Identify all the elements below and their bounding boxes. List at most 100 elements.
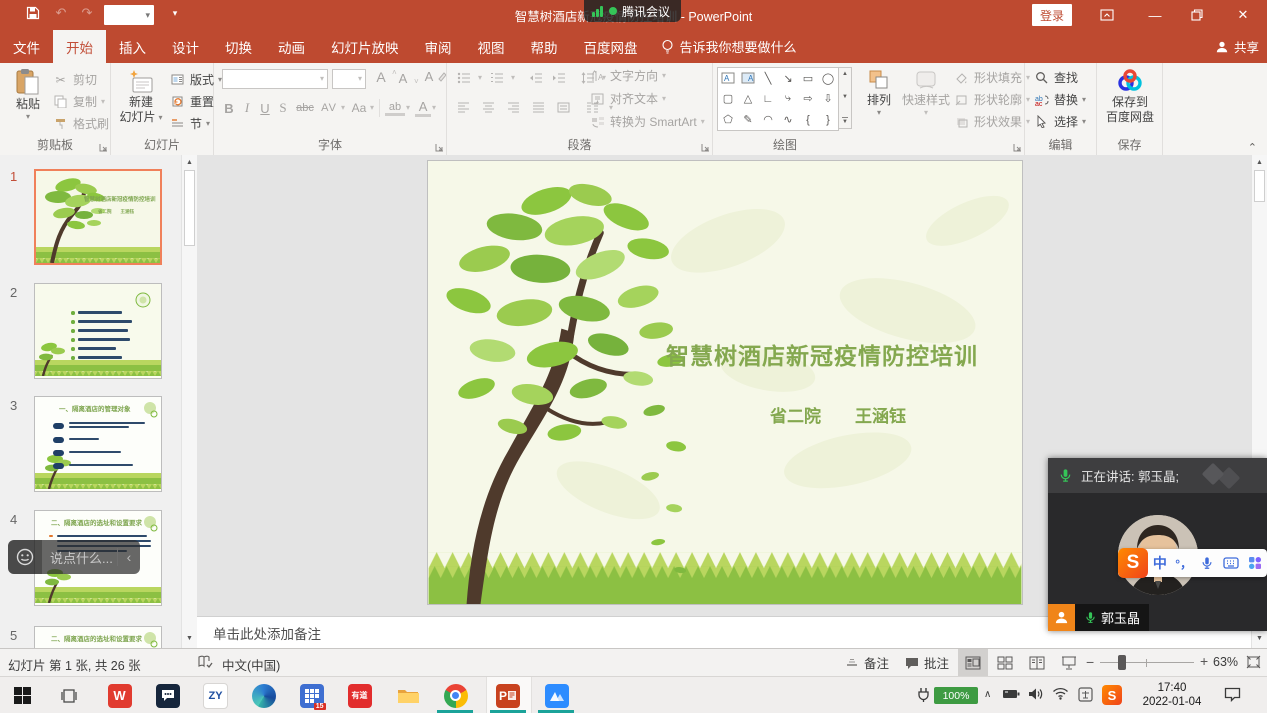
clear-formatting-button[interactable]: A (420, 69, 446, 84)
shape-effects-button[interactable]: 形状效果▾ (953, 113, 1030, 130)
clipboard-dialog-launcher-icon[interactable] (99, 143, 108, 152)
scribble-shape-icon[interactable]: ✎ (739, 110, 758, 129)
powerpoint-icon[interactable]: P (495, 683, 520, 708)
bold-button[interactable]: B (220, 101, 238, 116)
font-dialog-launcher-icon[interactable] (435, 143, 444, 152)
oval-shape-icon[interactable]: ◯ (819, 69, 838, 88)
select-button[interactable]: 选择▾ (1033, 113, 1086, 130)
line-shape-icon[interactable]: ╲ (759, 69, 778, 88)
right-brace-shape-icon[interactable]: } (819, 110, 838, 129)
qat-combobox[interactable]: ▾ (104, 5, 154, 25)
ime-keyboard-icon[interactable] (1219, 557, 1243, 569)
find-button[interactable]: 查找 (1033, 69, 1078, 86)
gallery-more-icon[interactable]: ▼ (842, 117, 848, 125)
align-left-icon[interactable] (455, 99, 472, 116)
view-sorter-button[interactable] (990, 649, 1020, 676)
spellcheck-icon[interactable] (198, 655, 213, 669)
tencent-meeting-icon[interactable] (544, 683, 569, 708)
view-reading-button[interactable] (1022, 649, 1052, 676)
italic-button[interactable]: I (238, 100, 256, 116)
numbering-icon[interactable] (488, 69, 505, 86)
reset-button[interactable]: 重置 (169, 93, 214, 110)
section-button[interactable]: 节▾ (169, 115, 210, 132)
chat-input-placeholder[interactable]: 说点什么... (42, 548, 117, 567)
speaker-icon[interactable] (1028, 687, 1044, 701)
tab-transitions[interactable]: 切换 (212, 30, 265, 63)
distribute-icon[interactable] (555, 99, 572, 116)
tab-slideshow[interactable]: 幻灯片放映 (318, 30, 412, 63)
quick-styles-button[interactable]: 快速样式▾ (902, 68, 950, 117)
ribbon-display-options-icon[interactable] (1086, 0, 1128, 30)
grow-font-button[interactable]: A˄ (372, 69, 397, 85)
arrange-button[interactable]: 排列▾ (858, 68, 900, 117)
highlight-color-button[interactable]: ab▾ (385, 101, 410, 116)
fit-slide-button[interactable] (1246, 655, 1261, 669)
paste-button[interactable]: 粘贴▾ (8, 68, 48, 121)
rectangle-shape-icon[interactable]: ▭ (799, 69, 818, 88)
underline-button[interactable]: U (256, 101, 274, 116)
chat-app-icon[interactable] (155, 683, 180, 708)
slide-thumbnail-2[interactable] (34, 283, 162, 379)
text-direction-button[interactable]: A 文字方向▾ (589, 67, 666, 84)
power-plug-icon[interactable] (916, 687, 931, 703)
left-brace-shape-icon[interactable]: { (799, 110, 818, 129)
meeting-chat-bubble[interactable]: 说点什么... ‹ (8, 540, 140, 574)
thumb-scroll-up-icon[interactable]: ▲ (182, 159, 197, 166)
new-slide-button[interactable]: 新建 幻灯片▾ (117, 68, 165, 124)
chrome-icon[interactable] (443, 683, 468, 708)
gallery-down-icon[interactable]: ▼ (842, 94, 848, 100)
font-size-combobox[interactable]: ▾ (332, 69, 366, 89)
tab-help[interactable]: 帮助 (518, 30, 571, 63)
calendar-app-icon[interactable]: 15 (299, 683, 324, 708)
strikethrough-button[interactable]: abc (292, 102, 318, 114)
thumbnail-scrollbar[interactable]: ▲ ▼ (181, 155, 198, 648)
ime-toolbox-icon[interactable] (1243, 556, 1267, 570)
shrink-font-button[interactable]: A˅ (394, 71, 419, 86)
tab-file[interactable]: 文件 (0, 30, 53, 63)
comments-toggle[interactable]: 批注 (905, 649, 949, 676)
sogou-logo-icon[interactable]: S (1118, 548, 1148, 578)
rounded-rectangle-shape-icon[interactable]: ▢ (719, 89, 738, 108)
zy-app-icon[interactable]: ZY (203, 683, 228, 708)
elbow-connector-icon[interactable]: ∟ (759, 89, 778, 108)
align-text-button[interactable]: 对齐文本▾ (589, 90, 666, 107)
task-view-button[interactable] (56, 683, 81, 708)
zoom-slider-track[interactable] (1100, 662, 1194, 663)
view-slideshow-button[interactable] (1054, 649, 1084, 676)
editor-scroll-up-icon[interactable]: ▲ (1252, 159, 1267, 166)
start-button[interactable] (10, 683, 35, 708)
tab-insert[interactable]: 插入 (106, 30, 159, 63)
curve-shape-icon[interactable]: ∿ (779, 110, 798, 129)
justify-icon[interactable] (530, 99, 547, 116)
shape-fill-button[interactable]: 形状填充▾ (953, 69, 1030, 86)
redo-button[interactable]: ↷ (74, 0, 100, 26)
slide-thumbnail-3[interactable]: 一、隔离酒店的管理对象 (34, 396, 162, 492)
action-center-icon[interactable] (1224, 687, 1241, 702)
cut-button[interactable]: ✂剪切 (52, 71, 97, 88)
block-arrow-right-icon[interactable]: ⇨ (799, 89, 818, 108)
elbow-arrow-connector-icon[interactable]: ⤷ (779, 89, 798, 108)
login-button[interactable]: 登录 (1032, 4, 1072, 26)
emoji-icon[interactable] (8, 540, 42, 574)
tab-design[interactable]: 设计 (159, 30, 212, 63)
undo-button[interactable]: ↶ (48, 0, 74, 26)
meeting-window-header[interactable]: 正在讲话: 郭玉晶; (1048, 458, 1267, 493)
thumbnail-scrollbar-thumb[interactable] (184, 170, 195, 246)
slide-canvas[interactable]: 智慧树酒店新冠疫情防控培训 省二院 王涵钰 (428, 161, 1022, 604)
shape-outline-button[interactable]: 形状轮廓▾ (953, 91, 1030, 108)
tab-home[interactable]: 开始 (53, 30, 106, 63)
youdao-icon[interactable]: 有道 (347, 683, 372, 708)
increase-indent-icon[interactable] (550, 69, 567, 86)
language-label[interactable]: 中文(中国) (222, 655, 280, 674)
ime-punctuation-toggle[interactable]: °， (1172, 555, 1196, 572)
ime-toolbar[interactable]: S 中 °， (1118, 549, 1267, 577)
shapes-gallery-scroll[interactable]: ▲ ▼ ▼ (839, 67, 852, 129)
thumb-scroll-down-icon[interactable]: ▼ (182, 635, 197, 642)
zoom-slider-thumb[interactable] (1118, 655, 1126, 670)
drawing-dialog-launcher-icon[interactable] (1013, 143, 1022, 152)
font-name-combobox[interactable]: ▾ (222, 69, 328, 89)
ime-indicator-icon[interactable] (1078, 687, 1093, 702)
ime-voice-icon[interactable] (1196, 556, 1220, 570)
notes-toggle[interactable]: 备注 (845, 649, 889, 676)
char-spacing-button[interactable]: AV▾ (318, 102, 345, 114)
